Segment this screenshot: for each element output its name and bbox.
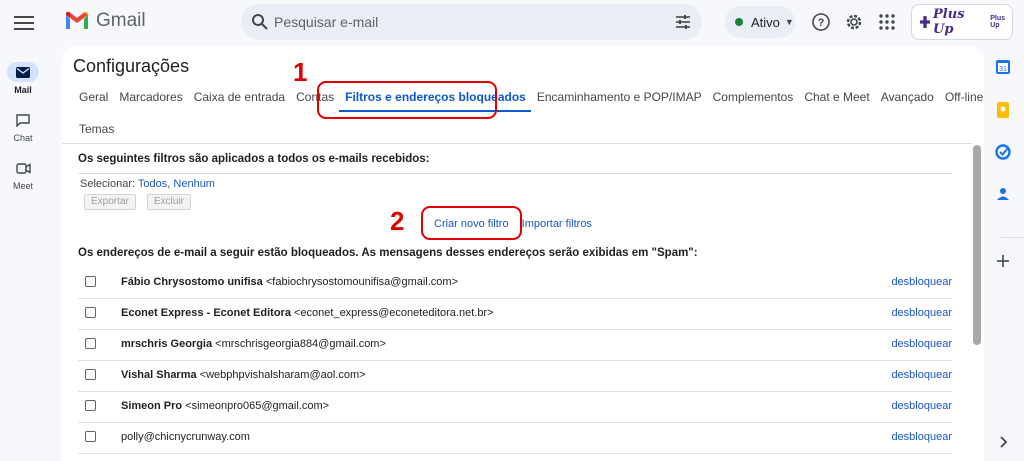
rail-meet-label: Meet — [12, 181, 33, 191]
app-name: Gmail — [96, 10, 146, 31]
tab-avancado[interactable]: Avançado — [875, 90, 939, 112]
annotation-number-1: 1 — [293, 57, 308, 87]
contacts-icon[interactable] — [993, 184, 1013, 204]
chevron-down-icon: ▼ — [784, 17, 794, 27]
unblock-link[interactable]: desbloquear — [891, 276, 952, 288]
row-checkbox[interactable] — [85, 400, 96, 411]
gmail-m-icon — [66, 11, 88, 29]
brand-logo: Plus Up — [933, 7, 965, 37]
unblock-link[interactable]: desbloquear — [891, 369, 952, 381]
rail-mail[interactable]: Mail — [0, 62, 46, 95]
account-brand-button[interactable]: Plus Up Plus Up — [911, 4, 1013, 40]
annotation-number-2: 2 — [390, 206, 405, 236]
tab-geral[interactable]: Geral — [73, 90, 113, 112]
keep-icon[interactable] — [993, 100, 1013, 120]
tabs-divider — [62, 143, 972, 144]
tab-marcadores[interactable]: Marcadores — [113, 90, 187, 112]
calendar-icon[interactable]: 31 — [993, 57, 1013, 77]
blocked-row: Fábio Chrysostomo unifisa <fabiochrysost… — [78, 268, 952, 299]
tab-chat-meet[interactable]: Chat e Meet — [798, 90, 874, 112]
search-bar[interactable]: Pesquisar e-mail — [241, 4, 702, 40]
row-checkbox[interactable] — [85, 431, 96, 442]
blocked-row: polly@chicnycrunway.com desbloquear — [78, 423, 952, 454]
gmail-logo[interactable]: Gmail — [64, 10, 146, 32]
row-checkbox[interactable] — [85, 276, 96, 287]
svg-text:?: ? — [818, 17, 825, 29]
row-checkbox[interactable] — [85, 369, 96, 380]
blocked-row: Econet Express - Econet Editora <econet_… — [78, 299, 952, 330]
chevron-right-icon[interactable] — [993, 432, 1013, 452]
status-label: Ativo — [751, 14, 780, 30]
import-filters-link[interactable]: Importar filtros — [522, 218, 592, 230]
rail-chat-label: Chat — [13, 133, 33, 143]
blocked-row: Simeon Pro <simeonpro065@gmail.com> desb… — [78, 392, 952, 423]
mail-icon — [16, 66, 30, 78]
annotation-box-filters-tab — [317, 81, 497, 119]
brand-avatar: Plus Up — [990, 15, 1006, 29]
meet-icon — [15, 162, 31, 174]
add-addon-icon[interactable] — [993, 251, 1013, 271]
rail-meet[interactable]: Meet — [0, 158, 46, 191]
select-all-link[interactable]: Todos — [138, 178, 167, 190]
row-checkbox[interactable] — [85, 338, 96, 349]
unblock-link[interactable]: desbloquear — [891, 400, 952, 412]
blocked-sender: Vishal Sharma <webphpvishalsharam@aol.co… — [121, 369, 366, 381]
status-dot — [735, 18, 743, 26]
search-input[interactable]: Pesquisar e-mail — [274, 14, 378, 30]
unblock-link[interactable]: desbloquear — [891, 338, 952, 350]
rail-mail-label: Mail — [14, 85, 32, 95]
tab-temas[interactable]: Temas — [79, 122, 114, 136]
blocked-row: mrschris Georgia <mrschrisgeorgia884@gma… — [78, 330, 952, 361]
blocked-sender: Simeon Pro <simeonpro065@gmail.com> — [121, 400, 330, 412]
select-none-link[interactable]: Nenhum — [173, 178, 215, 190]
help-icon[interactable]: ? — [811, 12, 831, 32]
chat-icon — [16, 113, 30, 127]
unblock-link[interactable]: desbloquear — [891, 307, 952, 319]
scrollbar[interactable] — [973, 145, 981, 345]
svg-text:31: 31 — [999, 66, 1007, 73]
main-menu-icon[interactable] — [12, 12, 36, 32]
blocked-sender: mrschris Georgia <mrschrisgeorgia884@gma… — [121, 338, 386, 350]
filters-divider — [78, 173, 952, 174]
settings-panel: Configurações Geral Marcadores Caixa de … — [62, 46, 984, 461]
select-row: Selecionar: Todos, Nenhum — [80, 178, 215, 190]
annotation-box-create-filter — [421, 206, 522, 240]
select-label: Selecionar: — [80, 178, 136, 190]
tab-encaminhamento[interactable]: Encaminhamento e POP/IMAP — [531, 90, 707, 112]
page-title: Configurações — [73, 56, 190, 76]
tab-complementos[interactable]: Complementos — [707, 90, 799, 112]
blocked-sender: Econet Express - Econet Editora <econet_… — [121, 307, 494, 319]
status-selector[interactable]: Ativo ▼ — [725, 6, 795, 38]
apps-grid-icon[interactable] — [877, 12, 897, 32]
blocked-sender: polly@chicnycrunway.com — [121, 431, 250, 443]
tab-caixa-de-entrada[interactable]: Caixa de entrada — [188, 90, 290, 112]
right-rail-divider — [1001, 237, 1024, 238]
blocked-sender: Fábio Chrysostomo unifisa <fabiochrysost… — [121, 276, 458, 288]
rail-chat[interactable]: Chat — [0, 110, 46, 143]
export-button[interactable]: Exportar — [84, 194, 136, 210]
blocked-heading: Os endereços de e-mail a seguir estão bl… — [78, 247, 698, 259]
settings-gear-icon[interactable] — [844, 12, 864, 32]
settings-tabs: Geral Marcadores Caixa de entrada Contas… — [73, 90, 984, 112]
search-icon[interactable] — [251, 13, 269, 31]
row-checkbox[interactable] — [85, 307, 96, 318]
unblock-link[interactable]: desbloquear — [891, 431, 952, 443]
filters-heading: Os seguintes filtros são aplicados a tod… — [78, 153, 430, 165]
search-options-icon[interactable] — [674, 13, 692, 31]
brand-cross-icon — [920, 16, 931, 28]
tasks-icon[interactable] — [993, 142, 1013, 162]
tab-offline[interactable]: Off-line — [939, 90, 984, 112]
blocked-row: Vishal Sharma <webphpvishalsharam@aol.co… — [78, 361, 952, 392]
delete-button[interactable]: Excluir — [147, 194, 192, 210]
